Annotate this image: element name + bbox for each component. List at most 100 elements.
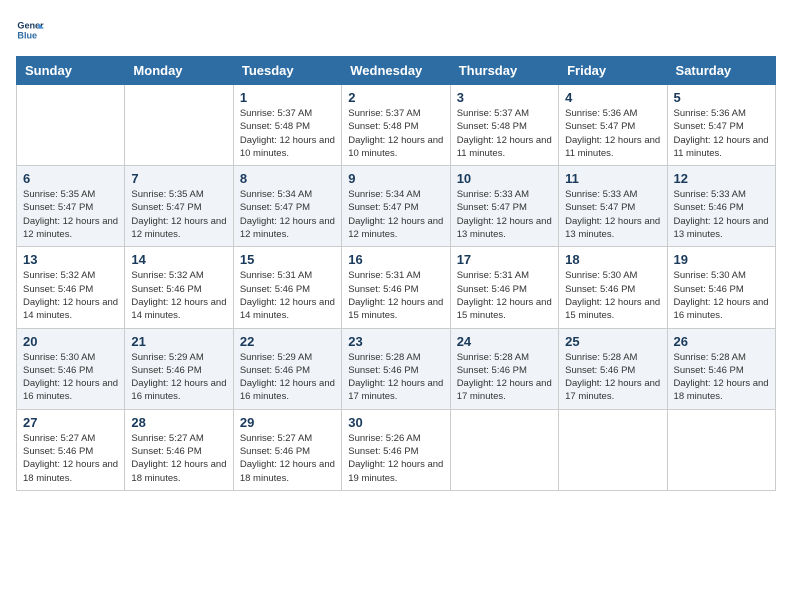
- calendar-cell: 18 Sunrise: 5:30 AM Sunset: 5:46 PM Dayli…: [559, 247, 667, 328]
- calendar-week-row: 20 Sunrise: 5:30 AM Sunset: 5:46 PM Dayli…: [17, 328, 776, 409]
- day-info: Sunrise: 5:29 AM Sunset: 5:46 PM Dayligh…: [131, 351, 226, 404]
- day-number: 27: [23, 415, 118, 430]
- calendar-cell: 23 Sunrise: 5:28 AM Sunset: 5:46 PM Dayli…: [342, 328, 450, 409]
- day-number: 12: [674, 171, 769, 186]
- day-number: 24: [457, 334, 552, 349]
- day-number: 6: [23, 171, 118, 186]
- calendar-cell: [559, 409, 667, 490]
- day-info: Sunrise: 5:35 AM Sunset: 5:47 PM Dayligh…: [131, 188, 226, 241]
- day-number: 5: [674, 90, 769, 105]
- day-info: Sunrise: 5:28 AM Sunset: 5:46 PM Dayligh…: [348, 351, 443, 404]
- day-info: Sunrise: 5:37 AM Sunset: 5:48 PM Dayligh…: [457, 107, 552, 160]
- day-number: 29: [240, 415, 335, 430]
- calendar-cell: [667, 409, 775, 490]
- day-info: Sunrise: 5:34 AM Sunset: 5:47 PM Dayligh…: [240, 188, 335, 241]
- day-info: Sunrise: 5:35 AM Sunset: 5:47 PM Dayligh…: [23, 188, 118, 241]
- calendar-cell: 15 Sunrise: 5:31 AM Sunset: 5:46 PM Dayli…: [233, 247, 341, 328]
- weekday-header-wednesday: Wednesday: [342, 57, 450, 85]
- day-number: 18: [565, 252, 660, 267]
- day-info: Sunrise: 5:37 AM Sunset: 5:48 PM Dayligh…: [240, 107, 335, 160]
- calendar-cell: [450, 409, 558, 490]
- calendar-week-row: 27 Sunrise: 5:27 AM Sunset: 5:46 PM Dayli…: [17, 409, 776, 490]
- calendar-cell: 1 Sunrise: 5:37 AM Sunset: 5:48 PM Daylig…: [233, 85, 341, 166]
- day-info: Sunrise: 5:31 AM Sunset: 5:46 PM Dayligh…: [457, 269, 552, 322]
- day-info: Sunrise: 5:28 AM Sunset: 5:46 PM Dayligh…: [565, 351, 660, 404]
- day-info: Sunrise: 5:37 AM Sunset: 5:48 PM Dayligh…: [348, 107, 443, 160]
- calendar-cell: 2 Sunrise: 5:37 AM Sunset: 5:48 PM Daylig…: [342, 85, 450, 166]
- day-number: 30: [348, 415, 443, 430]
- calendar-cell: 3 Sunrise: 5:37 AM Sunset: 5:48 PM Daylig…: [450, 85, 558, 166]
- day-number: 4: [565, 90, 660, 105]
- calendar-cell: 27 Sunrise: 5:27 AM Sunset: 5:46 PM Dayli…: [17, 409, 125, 490]
- day-info: Sunrise: 5:30 AM Sunset: 5:46 PM Dayligh…: [565, 269, 660, 322]
- day-info: Sunrise: 5:29 AM Sunset: 5:46 PM Dayligh…: [240, 351, 335, 404]
- calendar-cell: 29 Sunrise: 5:27 AM Sunset: 5:46 PM Dayli…: [233, 409, 341, 490]
- day-number: 3: [457, 90, 552, 105]
- day-number: 8: [240, 171, 335, 186]
- calendar-week-row: 6 Sunrise: 5:35 AM Sunset: 5:47 PM Daylig…: [17, 166, 776, 247]
- day-number: 19: [674, 252, 769, 267]
- calendar-cell: [17, 85, 125, 166]
- calendar-cell: 24Sunrise: 5:28 AM Sunset: 5:46 PM Dayli…: [450, 328, 558, 409]
- day-number: 26: [674, 334, 769, 349]
- day-number: 2: [348, 90, 443, 105]
- calendar-cell: 22 Sunrise: 5:29 AM Sunset: 5:46 PM Dayli…: [233, 328, 341, 409]
- weekday-header-saturday: Saturday: [667, 57, 775, 85]
- day-number: 22: [240, 334, 335, 349]
- day-number: 16: [348, 252, 443, 267]
- day-number: 9: [348, 171, 443, 186]
- calendar-cell: 13Sunrise: 5:32 AM Sunset: 5:46 PM Dayli…: [17, 247, 125, 328]
- calendar-week-row: 13 Sunrise: 5:32 AM Sunset: 5:46 PM Dayli…: [17, 247, 776, 328]
- day-number: 15: [240, 252, 335, 267]
- calendar-cell: 16 Sunrise: 5:31 AM Sunset: 5:46 PM Dayli…: [342, 247, 450, 328]
- weekday-header-thursday: Thursday: [450, 57, 558, 85]
- calendar-cell: 7 Sunrise: 5:35 AM Sunset: 5:47 PM Daylig…: [125, 166, 233, 247]
- logo: General Blue: [16, 16, 44, 44]
- day-info: Sunrise: 5:27 AM Sunset: 5:46 PM Dayligh…: [23, 432, 118, 485]
- day-number: 23: [348, 334, 443, 349]
- day-number: 25: [565, 334, 660, 349]
- calendar-cell: 5 Sunrise: 5:36 AM Sunset: 5:47 PM Daylig…: [667, 85, 775, 166]
- logo-icon: General Blue: [16, 16, 44, 44]
- day-info: Sunrise: 5:32 AM Sunset: 5:46 PM Dayligh…: [131, 269, 226, 322]
- day-info: Sunrise: 5:30 AM Sunset: 5:46 PM Dayligh…: [23, 351, 118, 404]
- day-info: Sunrise: 5:28 AM Sunset: 5:46 PM Dayligh…: [674, 351, 769, 404]
- day-info: Sunrise: 5:27 AM Sunset: 5:46 PM Dayligh…: [131, 432, 226, 485]
- day-info: Sunrise: 5:33 AM Sunset: 5:46 PM Dayligh…: [674, 188, 769, 241]
- weekday-header-tuesday: Tuesday: [233, 57, 341, 85]
- calendar-cell: 17 Sunrise: 5:31 AM Sunset: 5:46 PM Dayli…: [450, 247, 558, 328]
- day-number: 1: [240, 90, 335, 105]
- calendar-cell: 10Sunrise: 5:33 AM Sunset: 5:47 PM Dayli…: [450, 166, 558, 247]
- day-info: Sunrise: 5:26 AM Sunset: 5:46 PM Dayligh…: [348, 432, 443, 485]
- day-info: Sunrise: 5:27 AM Sunset: 5:46 PM Dayligh…: [240, 432, 335, 485]
- weekday-header-row: SundayMondayTuesdayWednesdayThursdayFrid…: [17, 57, 776, 85]
- weekday-header-friday: Friday: [559, 57, 667, 85]
- calendar-cell: 28Sunrise: 5:27 AM Sunset: 5:46 PM Dayli…: [125, 409, 233, 490]
- day-info: Sunrise: 5:30 AM Sunset: 5:46 PM Dayligh…: [674, 269, 769, 322]
- day-info: Sunrise: 5:36 AM Sunset: 5:47 PM Dayligh…: [565, 107, 660, 160]
- calendar-cell: 20 Sunrise: 5:30 AM Sunset: 5:46 PM Dayli…: [17, 328, 125, 409]
- day-number: 21: [131, 334, 226, 349]
- weekday-header-monday: Monday: [125, 57, 233, 85]
- day-info: Sunrise: 5:31 AM Sunset: 5:46 PM Dayligh…: [348, 269, 443, 322]
- day-info: Sunrise: 5:31 AM Sunset: 5:46 PM Dayligh…: [240, 269, 335, 322]
- calendar-cell: 8 Sunrise: 5:34 AM Sunset: 5:47 PM Daylig…: [233, 166, 341, 247]
- day-info: Sunrise: 5:36 AM Sunset: 5:47 PM Dayligh…: [674, 107, 769, 160]
- calendar-cell: 9Sunrise: 5:34 AM Sunset: 5:47 PM Daylig…: [342, 166, 450, 247]
- day-number: 11: [565, 171, 660, 186]
- weekday-header-sunday: Sunday: [17, 57, 125, 85]
- calendar-cell: 12 Sunrise: 5:33 AM Sunset: 5:46 PM Dayli…: [667, 166, 775, 247]
- calendar-cell: 14 Sunrise: 5:32 AM Sunset: 5:46 PM Dayli…: [125, 247, 233, 328]
- calendar-cell: 11 Sunrise: 5:33 AM Sunset: 5:47 PM Dayli…: [559, 166, 667, 247]
- day-number: 7: [131, 171, 226, 186]
- svg-text:Blue: Blue: [17, 30, 37, 40]
- calendar-cell: 21 Sunrise: 5:29 AM Sunset: 5:46 PM Dayli…: [125, 328, 233, 409]
- day-number: 20: [23, 334, 118, 349]
- day-number: 17: [457, 252, 552, 267]
- calendar-cell: 4 Sunrise: 5:36 AM Sunset: 5:47 PM Daylig…: [559, 85, 667, 166]
- day-info: Sunrise: 5:33 AM Sunset: 5:47 PM Dayligh…: [565, 188, 660, 241]
- day-number: 13: [23, 252, 118, 267]
- calendar-table: SundayMondayTuesdayWednesdayThursdayFrid…: [16, 56, 776, 491]
- day-number: 14: [131, 252, 226, 267]
- day-number: 10: [457, 171, 552, 186]
